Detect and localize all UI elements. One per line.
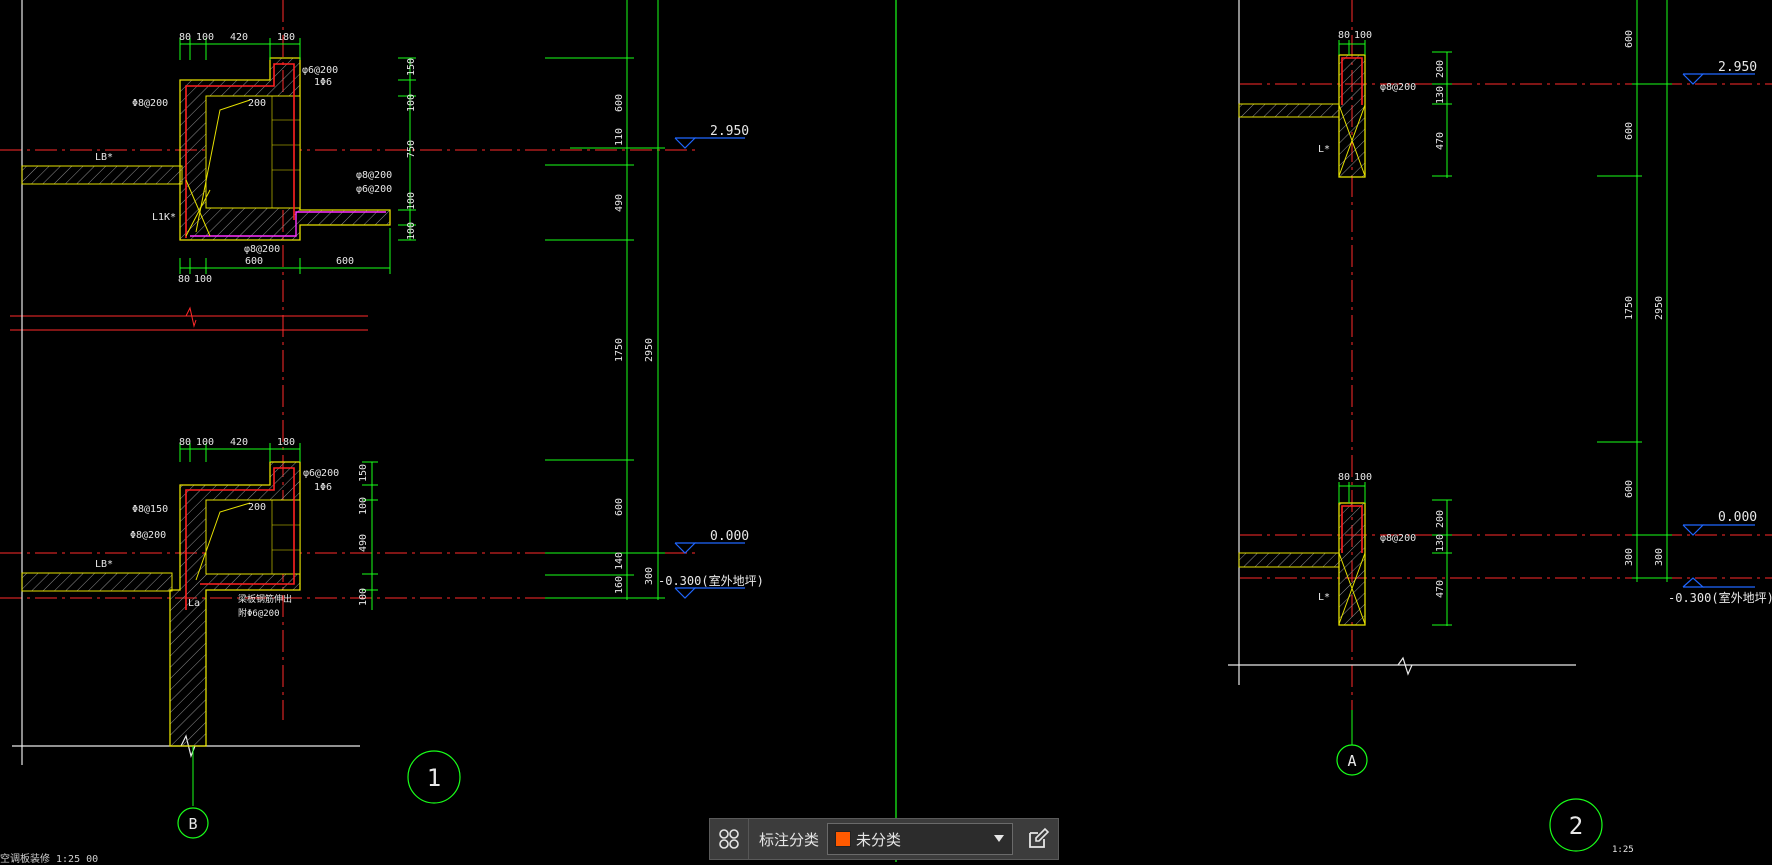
level-2950: 2.950 [1718, 60, 1757, 75]
rebar-label-2: Φ8@150 [132, 504, 168, 515]
dim-1: 600 [1624, 122, 1635, 140]
rebar-label-6: φ8@200 [244, 244, 280, 255]
annotation-category-label: 标注分类 [759, 830, 820, 849]
dim-right-0: 200 [1435, 510, 1446, 528]
scale-label: 1:25 [1612, 845, 1634, 855]
category-selected-value: 未分类 [856, 830, 902, 849]
dim-right-2: 750 [406, 140, 417, 158]
dim-right-1: 130 [1435, 534, 1446, 552]
dim-top-2: 420 [230, 437, 248, 448]
level-2950: 2.950 [710, 124, 749, 139]
caret-down-icon[interactable] [994, 835, 1005, 842]
dim-2: 1750 [1624, 296, 1635, 320]
rebar-label-6: 附Φ6@200 [238, 607, 280, 619]
dim-top-3: 180 [277, 437, 295, 448]
rebar-label-2: Φ8@200 [132, 98, 168, 109]
dim-bottom-3: 600 [336, 256, 354, 267]
dim-total-1: 300 [644, 567, 655, 585]
dim-6: 160 [614, 576, 625, 594]
rebar-label-5: 梁板钢筋伸出 [238, 593, 292, 605]
dim-bottom-1: 100 [194, 274, 212, 285]
rebar-label-1: 1Φ6 [314, 77, 332, 88]
dim-top-1: 100 [1354, 30, 1372, 41]
rebar-label: φ8@200 [1380, 533, 1416, 544]
dim-top-0: 80 [1338, 472, 1350, 483]
dim-bottom-0: 80 [178, 274, 190, 285]
rebar-label-4: 200 [248, 502, 266, 513]
dim-total-1: 300 [1654, 548, 1665, 566]
rebar-label-3: 200 [248, 98, 266, 109]
rebar-label-5: φ6@200 [356, 184, 392, 195]
lb-label: LB* [95, 152, 113, 163]
dim-2: 490 [614, 194, 625, 212]
dim-3: 600 [1624, 480, 1635, 498]
dim-total-0: 2950 [644, 338, 655, 362]
category-dropdown[interactable]: 未分类 [827, 823, 1014, 855]
dim-right-1: 100 [406, 94, 417, 112]
level-0000: 0.000 [710, 529, 749, 544]
l-label: L* [1318, 592, 1330, 603]
dim-top-0: 80 [1338, 30, 1350, 41]
rebar-label-3: Φ8@200 [130, 530, 166, 541]
dim-4: 300 [1624, 548, 1635, 566]
rebar-label-1: 1Φ6 [314, 482, 332, 493]
detail-1-number: 1 [427, 764, 441, 792]
l1k-label: L1K* [152, 212, 176, 223]
dim-right-2: 490 [358, 534, 369, 552]
level-minus-0300: -0.300(室外地坪) [1668, 590, 1772, 605]
dim-0: 600 [1624, 30, 1635, 48]
dim-right-2: 470 [1435, 132, 1446, 150]
dim-right-1: 130 [1435, 86, 1446, 104]
dim-bottom-2: 600 [245, 256, 263, 267]
rebar-label-0: φ6@200 [302, 65, 338, 76]
rebar-label-4: φ8@200 [356, 170, 392, 181]
dim-right-3: 100 [406, 192, 417, 210]
cad-drawing-canvas[interactable]: 80 100 420 180 80 100 600 600 φ6@200 1Φ6… [0, 0, 1772, 862]
dim-top-0: 80 [179, 437, 191, 448]
dim-right-2: 470 [1435, 580, 1446, 598]
grid-icon[interactable] [710, 819, 749, 859]
dim-top-1: 100 [196, 437, 214, 448]
axis-b-label: B [188, 815, 197, 833]
la-label: La [188, 598, 200, 609]
l-label: L* [1318, 144, 1330, 155]
dim-total-0: 2950 [1654, 296, 1665, 320]
lb-label: LB* [95, 559, 113, 570]
dim-right-0: 150 [358, 464, 369, 482]
detail-2-number: 2 [1569, 812, 1583, 840]
dim-right-1: 100 [358, 497, 369, 515]
dim-0: 600 [614, 94, 625, 112]
dim-5: 140 [614, 552, 625, 570]
dim-3: 1750 [614, 338, 625, 362]
annotation-toolbar: 标注分类 未分类 [709, 818, 1059, 860]
rebar-label: φ8@200 [1380, 82, 1416, 93]
axis-a-label: A [1347, 752, 1356, 770]
rebar-label-0: φ6@200 [303, 468, 339, 479]
category-color-swatch [835, 831, 852, 847]
drawing-caption: 空调板装修 1:25 00 [0, 854, 99, 865]
dim-top-2: 420 [230, 32, 248, 43]
level-0000: 0.000 [1718, 510, 1757, 525]
dim-top-1: 100 [1354, 472, 1372, 483]
dim-1: 110 [614, 128, 625, 146]
dim-top-1: 100 [196, 32, 214, 43]
dim-4: 600 [614, 498, 625, 516]
dim-top-3: 180 [277, 32, 295, 43]
dim-right-4: 100 [406, 222, 417, 240]
dim-right-0: 150 [406, 58, 417, 76]
dim-top-0: 80 [179, 32, 191, 43]
dim-right-3: 100 [358, 588, 369, 606]
edit-icon[interactable] [1019, 819, 1057, 859]
dim-right-0: 200 [1435, 60, 1446, 78]
level-minus-0300: -0.300(室外地坪) [658, 573, 764, 588]
